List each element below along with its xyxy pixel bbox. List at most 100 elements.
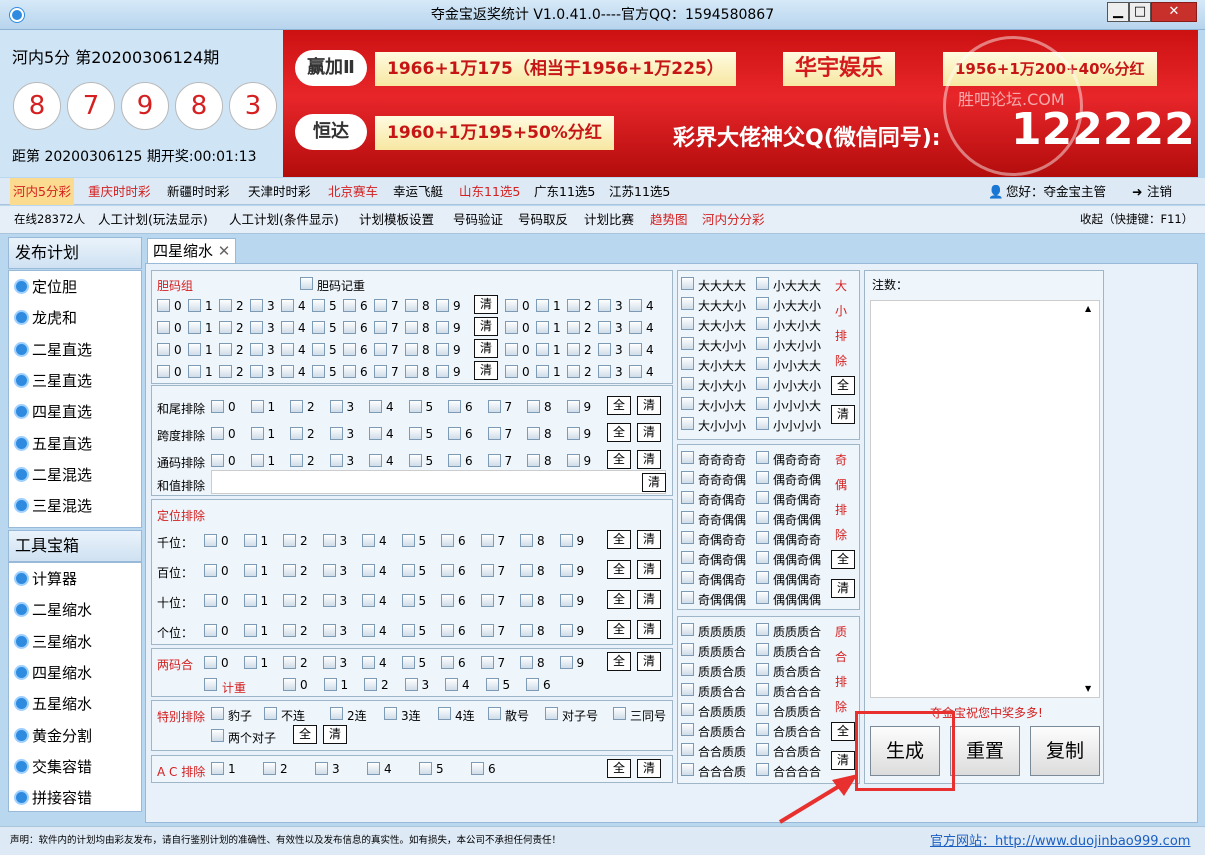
checkbox[interactable]: [681, 743, 694, 756]
checkbox[interactable]: [329, 400, 343, 413]
checkbox[interactable]: [204, 656, 217, 669]
checkbox[interactable]: [312, 299, 325, 312]
checkbox[interactable]: [681, 591, 694, 604]
checkbox[interactable]: [322, 594, 336, 607]
checkbox[interactable]: [567, 321, 580, 334]
checkbox[interactable]: [598, 343, 611, 356]
checkbox[interactable]: [598, 321, 611, 334]
sidebar-item-plan[interactable]: 定位胆: [14, 274, 77, 300]
checkbox[interactable]: [480, 594, 494, 607]
checkbox[interactable]: [405, 365, 418, 378]
website-link[interactable]: 官方网站：http://www.duojinbao999.com: [930, 830, 1190, 849]
checkbox[interactable]: [756, 417, 769, 430]
checkbox[interactable]: [401, 534, 415, 547]
checkbox[interactable]: [480, 656, 494, 669]
checkbox[interactable]: [401, 594, 415, 607]
checkbox[interactable]: [283, 534, 296, 547]
close-button[interactable]: ✕: [1151, 2, 1197, 22]
checkbox[interactable]: [559, 656, 573, 669]
checkbox[interactable]: [204, 594, 217, 607]
checkbox[interactable]: [681, 571, 694, 584]
checkbox[interactable]: [681, 623, 694, 636]
sidebar-item-tool[interactable]: 四星缩水: [14, 660, 92, 686]
checkbox[interactable]: [408, 427, 422, 440]
checkbox[interactable]: [681, 471, 694, 484]
checkbox[interactable]: [598, 365, 611, 378]
checkbox[interactable]: [559, 564, 573, 577]
checkbox[interactable]: [681, 531, 694, 544]
checkbox[interactable]: [283, 656, 296, 669]
checkbox[interactable]: [250, 454, 264, 467]
checkbox[interactable]: [559, 534, 573, 547]
nav-tool[interactable]: 号码取反: [518, 206, 568, 233]
checkbox[interactable]: [211, 707, 224, 720]
checkbox[interactable]: [756, 643, 769, 656]
checkbox[interactable]: [283, 678, 296, 691]
copy-button[interactable]: 复制: [1030, 726, 1100, 776]
checkbox[interactable]: [362, 534, 375, 547]
nav-tool[interactable]: 计划比赛: [584, 206, 634, 233]
checkbox[interactable]: [567, 299, 580, 312]
nav-tool[interactable]: 趋势图: [650, 206, 688, 233]
minimize-button[interactable]: ▁: [1107, 2, 1129, 22]
checkbox[interactable]: [505, 365, 518, 378]
checkbox[interactable]: [441, 624, 454, 637]
checkbox[interactable]: [362, 624, 375, 637]
checkbox[interactable]: [329, 454, 343, 467]
checkbox[interactable]: [281, 343, 294, 356]
checkbox[interactable]: [441, 534, 454, 547]
clear-button[interactable]: 清: [474, 361, 498, 380]
checkbox[interactable]: [401, 624, 415, 637]
checkbox[interactable]: [300, 277, 313, 290]
checkbox[interactable]: [681, 451, 694, 464]
checkbox[interactable]: [613, 707, 626, 720]
clear-button[interactable]: 清: [323, 725, 347, 744]
checkbox[interactable]: [536, 343, 549, 356]
checkbox[interactable]: [369, 454, 382, 467]
sidebar-item-plan[interactable]: 三星混选: [14, 493, 92, 519]
checkbox[interactable]: [264, 707, 277, 720]
checkbox[interactable]: [290, 454, 303, 467]
select-all-button[interactable]: 全: [607, 620, 631, 639]
sum-input[interactable]: [211, 470, 666, 494]
checkbox[interactable]: [243, 564, 257, 577]
nav-lottery[interactable]: 广东11选5: [534, 178, 595, 205]
checkbox[interactable]: [559, 624, 573, 637]
checkbox[interactable]: [566, 427, 580, 440]
ad-banner[interactable]: 赢加Ⅱ 1966+1万175（相当于1956+1万225） 华宇娱乐 1956+…: [283, 30, 1198, 177]
reset-button[interactable]: 重置: [950, 726, 1020, 776]
checkbox[interactable]: [480, 624, 494, 637]
select-all-button[interactable]: 全: [607, 530, 631, 549]
checkbox[interactable]: [526, 678, 539, 691]
checkbox[interactable]: [545, 707, 558, 720]
checkbox[interactable]: [250, 321, 263, 334]
select-all-button[interactable]: 全: [293, 725, 317, 744]
checkbox[interactable]: [322, 656, 336, 669]
select-all-button[interactable]: 全: [607, 450, 631, 469]
select-all-button[interactable]: 全: [607, 590, 631, 609]
checkbox[interactable]: [250, 343, 263, 356]
checkbox[interactable]: [281, 365, 294, 378]
checkbox[interactable]: [211, 427, 224, 440]
nav-tool[interactable]: 人工计划(玩法显示): [98, 206, 208, 233]
checkbox[interactable]: [527, 400, 540, 413]
clear-button[interactable]: 清: [637, 759, 661, 778]
checkbox[interactable]: [441, 594, 454, 607]
checkbox[interactable]: [362, 656, 375, 669]
checkbox[interactable]: [480, 564, 494, 577]
checkbox[interactable]: [681, 511, 694, 524]
checkbox[interactable]: [681, 703, 694, 716]
maximize-button[interactable]: □: [1129, 2, 1151, 22]
checkbox[interactable]: [211, 729, 224, 742]
checkbox[interactable]: [567, 343, 580, 356]
checkbox[interactable]: [188, 365, 201, 378]
checkbox[interactable]: [219, 321, 232, 334]
nav-lottery[interactable]: 幸运飞艇: [393, 178, 443, 205]
nav-tool[interactable]: 号码验证: [453, 206, 503, 233]
checkbox[interactable]: [756, 397, 769, 410]
checkbox[interactable]: [536, 365, 549, 378]
clear-button[interactable]: 清: [637, 620, 661, 639]
checkbox[interactable]: [488, 707, 501, 720]
checkbox[interactable]: [315, 762, 328, 775]
checkbox[interactable]: [369, 427, 382, 440]
